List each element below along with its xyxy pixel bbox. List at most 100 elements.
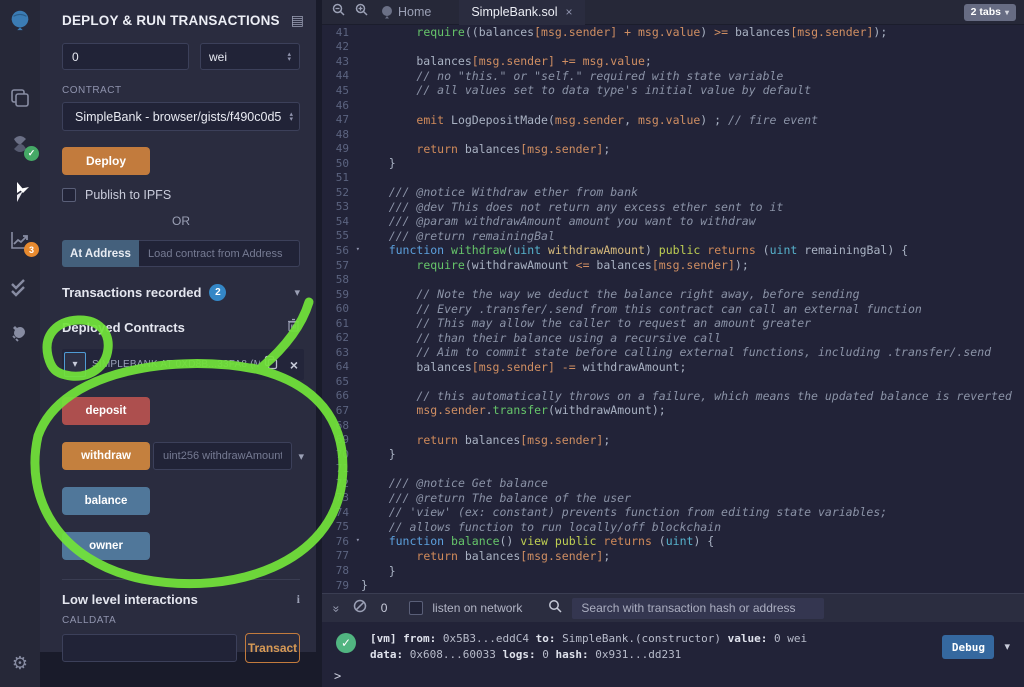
code-editor[interactable]: 41 require((balances[msg.sender] + msg.v… [322,25,1024,593]
code-line[interactable]: 69 return balances[msg.sender]; [322,432,1024,447]
code-line[interactable]: 58 [322,272,1024,287]
code-line[interactable]: 67 msg.sender.transfer(withdrawAmount); [322,403,1024,418]
code-line[interactable]: 41 require((balances[msg.sender] + msg.v… [322,25,1024,40]
zoom-out-icon[interactable] [332,3,345,21]
tabs-count-badge[interactable]: 2 tabs ▾ [964,4,1016,21]
transaction-log-entry[interactable]: ✓ [vm] from: 0x5B3...eddC4 to: SimpleBan… [322,622,1024,663]
code-line[interactable]: 42 [322,40,1024,55]
code-line[interactable]: 78 } [322,563,1024,578]
code-line[interactable]: 56▾ function withdraw(uint withdrawAmoun… [322,243,1024,258]
code-line[interactable]: 47 emit LogDepositMade(msg.sender, msg.v… [322,112,1024,127]
terminal-prompt[interactable]: > [334,669,1024,683]
file-explorer-icon[interactable] [8,86,32,110]
code-line[interactable]: 63 // Aim to commit state before calling… [322,345,1024,360]
code-line[interactable]: 71 [322,461,1024,476]
code-line[interactable]: 70 } [322,447,1024,462]
code-line[interactable]: 52 /// @notice Withdraw ether from bank [322,185,1024,200]
collapse-terminal-icon[interactable]: » [329,606,343,611]
at-address-button[interactable]: At Address [62,240,139,267]
code-line[interactable]: 59 // Note the way we deduct the balance… [322,287,1024,302]
code-line[interactable]: 75 // allows function to run locally/off… [322,520,1024,535]
terminal-search-input[interactable] [572,598,824,619]
code-line[interactable]: 76▾ function balance() view public retur… [322,534,1024,549]
code-line[interactable]: 49 return balances[msg.sender]; [322,141,1024,156]
chevron-down-icon[interactable]: ▾ [298,450,304,463]
transact-button[interactable]: Transact [245,633,300,663]
unit-select[interactable]: wei ▴▾ [200,43,300,70]
value-input[interactable] [62,43,189,70]
line-number: 59 [322,288,358,301]
code-line[interactable]: 53 /// @dev This does not return any exc… [322,200,1024,215]
code-line[interactable]: 62 // than their balance using a recursi… [322,330,1024,345]
code-line[interactable]: 46 [322,98,1024,113]
line-number: 63 [322,346,358,359]
code-lines: 41 require((balances[msg.sender] + msg.v… [322,25,1024,592]
code-line[interactable]: 72 /// @notice Get balance [322,476,1024,491]
code-line[interactable]: 57 require(withdrawAmount <= balances[ms… [322,258,1024,273]
line-number: 42 [322,40,358,53]
clear-console-icon[interactable] [353,599,367,618]
unit-testing-icon[interactable] [8,276,32,300]
settings-gear-icon[interactable]: ⚙ [8,651,32,675]
code-line[interactable]: 44 // no "this." or "self." required wit… [322,69,1024,84]
remix-logo-icon[interactable] [8,8,32,32]
line-number: 44 [322,69,358,82]
close-icon[interactable]: × [566,5,573,19]
code-line[interactable]: 79} [322,578,1024,593]
balance-function-button[interactable]: balance [62,487,150,515]
calldata-input[interactable] [62,634,237,662]
code-line[interactable]: 77 return balances[msg.sender]; [322,549,1024,564]
listen-network-checkbox[interactable] [409,601,423,615]
withdraw-function-button[interactable]: withdraw [62,442,150,470]
solidity-compiler-icon[interactable]: ✓ [8,132,32,156]
publish-ipfs-checkbox[interactable] [62,188,76,202]
zoom-in-icon[interactable] [355,3,368,21]
documentation-icon[interactable]: ▤ [291,12,304,29]
trash-icon[interactable] [287,318,300,337]
chevron-down-icon[interactable]: ▾ [294,286,300,299]
code-line[interactable]: 66 // this automatically throws on a fai… [322,389,1024,404]
main-area: Home SimpleBank.sol × 2 tabs ▾ 41 requir… [322,0,1024,687]
low-level-label: Low level interactions [62,592,198,607]
code-line[interactable]: 68 [322,418,1024,433]
code-line[interactable]: 54 /// @param withdrawAmount amount you … [322,214,1024,229]
analytics-icon[interactable]: 3 [8,228,32,252]
contract-expand-button[interactable]: ▾ [64,352,86,377]
code-line[interactable]: 43 balances[msg.sender] += msg.value; [322,54,1024,69]
line-number: 74 [322,506,358,519]
code-line[interactable]: 48 [322,127,1024,142]
owner-function-button[interactable]: owner [62,532,150,560]
tab-simplebank[interactable]: SimpleBank.sol × [459,0,584,25]
code-line[interactable]: 73 /// @return The balance of the user [322,491,1024,506]
info-icon[interactable]: i [297,592,300,607]
deployed-contracts-label: Deployed Contracts [62,320,185,335]
tab-home[interactable]: Home [380,5,431,19]
code-line[interactable]: 55 /// @return remainingBal [322,229,1024,244]
chevron-down-icon[interactable]: ▾ [1004,640,1010,653]
close-icon[interactable]: × [290,357,298,373]
fold-icon[interactable]: ▾ [356,536,360,544]
code-line[interactable]: 50 } [322,156,1024,171]
code-line[interactable]: 45 // all values set to data type's init… [322,83,1024,98]
deploy-button[interactable]: Deploy [62,147,150,175]
chevron-down-icon: ▾ [1005,8,1009,17]
at-address-input[interactable] [139,240,300,267]
log-line-2: data: 0x608...60033 logs: 0 hash: 0x931.… [370,647,807,663]
deposit-function-button[interactable]: deposit [62,397,150,425]
contract-select[interactable]: SimpleBank - browser/gists/f490c0d5 ▴▾ [62,102,300,131]
code-line[interactable]: 60 // Every .transfer/.send from this co… [322,301,1024,316]
deploy-run-icon[interactable] [8,180,32,204]
function-row: owner [62,532,304,560]
withdraw-args-input[interactable] [153,442,292,470]
function-row: withdraw ▾ [62,442,304,470]
copy-icon[interactable] [264,355,278,375]
code-line[interactable]: 74 // 'view' (ex: constant) prevents fun… [322,505,1024,520]
fold-icon[interactable]: ▾ [356,245,360,253]
code-line[interactable]: 64 balances[msg.sender] -= withdrawAmoun… [322,360,1024,375]
code-line[interactable]: 65 [322,374,1024,389]
code-line[interactable]: 61 // This may allow the caller to reque… [322,316,1024,331]
plugin-manager-icon[interactable] [8,322,32,346]
debug-button[interactable]: Debug [942,635,994,659]
code-line[interactable]: 51 [322,170,1024,185]
line-number: 67 [322,404,358,417]
